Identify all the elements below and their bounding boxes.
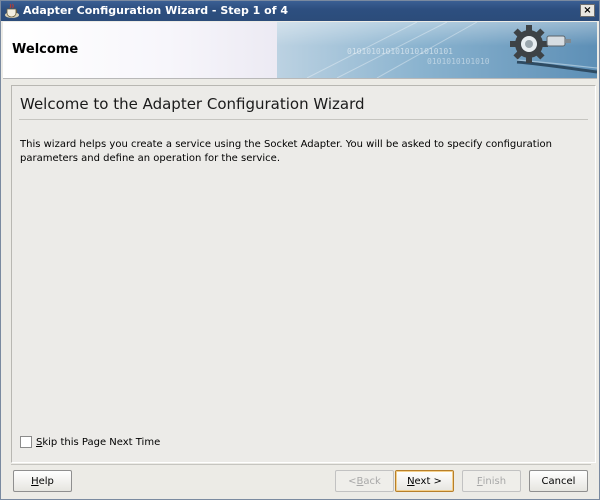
coffee-cup-icon xyxy=(5,3,19,18)
next-button[interactable]: Next > xyxy=(395,470,454,492)
wizard-header: Welcome 0101010101010101010101 010101010… xyxy=(3,22,597,79)
cancel-button[interactable]: Cancel xyxy=(529,470,588,492)
back-button-rest: ack xyxy=(363,475,381,487)
heading-divider xyxy=(19,119,588,120)
help-button[interactable]: Help xyxy=(13,470,72,492)
banner-binary-text-2: 0101010101010 xyxy=(427,57,490,66)
page-title: Welcome xyxy=(12,42,79,57)
back-button[interactable]: < Back xyxy=(335,470,394,492)
content-panel: Welcome to the Adapter Configuration Wiz… xyxy=(11,85,596,463)
skip-page-checkbox[interactable] xyxy=(20,436,32,448)
finish-button[interactable]: Finish xyxy=(462,470,521,492)
wizard-description: This wizard helps you create a service u… xyxy=(20,139,552,164)
back-button-prefix: < xyxy=(348,475,357,487)
close-button[interactable]: × xyxy=(580,4,595,17)
skip-page-label: Skip this Page Next Time xyxy=(36,437,160,448)
banner-binary-text: 0101010101010101010101 xyxy=(347,47,453,56)
welcome-heading: Welcome to the Adapter Configuration Wiz… xyxy=(20,95,365,113)
skip-page-label-rest: kip this Page Next Time xyxy=(42,436,161,448)
wizard-window: Adapter Configuration Wizard - Step 1 of… xyxy=(0,0,600,500)
title-bar[interactable]: Adapter Configuration Wizard - Step 1 of… xyxy=(1,1,599,21)
next-button-rest: ext > xyxy=(414,475,442,487)
window-title: Adapter Configuration Wizard - Step 1 of… xyxy=(23,4,288,17)
next-button-mnemonic: N xyxy=(407,475,415,487)
adapter-banner-image: 0101010101010101010101 0101010101010 xyxy=(277,22,597,78)
help-button-rest: elp xyxy=(38,475,54,487)
finish-button-rest: inish xyxy=(482,475,507,487)
help-button-mnemonic: H xyxy=(31,475,39,487)
footer-divider xyxy=(11,464,591,465)
back-button-mnemonic: B xyxy=(356,475,364,487)
skip-page-option[interactable]: Skip this Page Next Time xyxy=(20,436,160,448)
